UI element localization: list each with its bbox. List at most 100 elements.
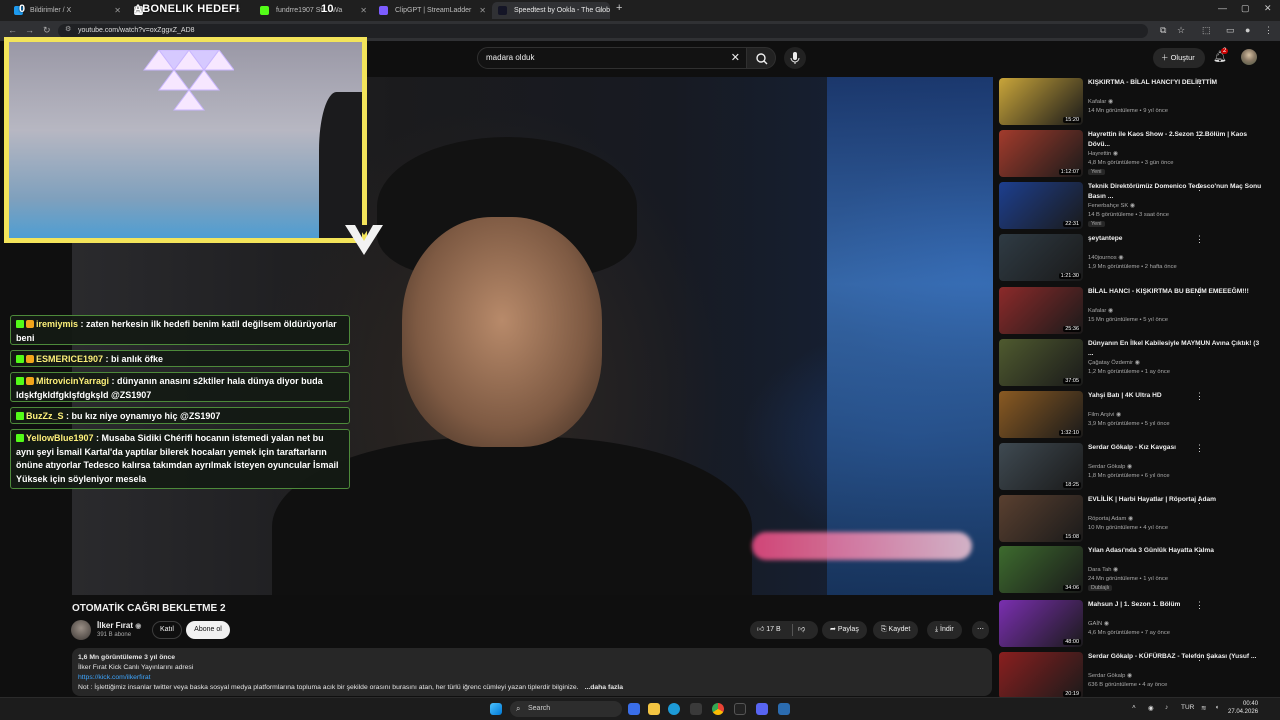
- recommendation-channel[interactable]: GAİN ◉: [1088, 621, 1109, 627]
- recommendation-channel[interactable]: Fenerbahçe SK ◉: [1088, 203, 1135, 209]
- recommendation-channel[interactable]: Röportaj Adam ◉: [1088, 516, 1133, 522]
- volume-icon[interactable]: ♪: [1165, 704, 1168, 711]
- bookmark-star-icon[interactable]: ☆: [1177, 25, 1185, 36]
- close-icon[interactable]: ✕: [114, 2, 121, 19]
- recommendation-title[interactable]: EVLİLİK | Harbi Hayatlar | Röportaj Adam: [1088, 495, 1264, 505]
- maximize-icon[interactable]: ▢: [1241, 3, 1250, 14]
- video-thumbnail[interactable]: 15:08: [999, 495, 1083, 542]
- search-input[interactable]: madara olduk: [486, 53, 534, 62]
- channel-name[interactable]: İlker Fırat ◉: [97, 621, 141, 630]
- recommendation-item[interactable]: 15:08 EVLİLİK | Harbi Hayatlar | Röportaj…: [999, 495, 1271, 545]
- recommendation-item[interactable]: 20:19 Serdar Gökalp - KÜFÜRBAZ - Telefon …: [999, 652, 1271, 702]
- recommendation-item[interactable]: 18:25 Serdar Gökalp - Kız Kavgası Serdar G…: [999, 443, 1271, 493]
- more-options-icon[interactable]: ⋮: [1195, 495, 1204, 506]
- recommendation-title[interactable]: BİLAL HANCI - KIŞKIRTMA BU BENİM EMEEEĞM…: [1088, 287, 1264, 297]
- recommendation-item[interactable]: 48:00 Mahsun J | 1. Sezon 1. Bölüm GAİN ◉ 4…: [999, 600, 1271, 650]
- show-more-link[interactable]: ...daha fazla: [585, 684, 624, 691]
- menu-icon[interactable]: ⋮: [1264, 25, 1273, 36]
- recommendation-title[interactable]: Hayrettin ile Kaos Show - 2.Sezon 12.Böl…: [1088, 130, 1264, 149]
- tab-clipgpt[interactable]: ClipGPT | StreamLadder ✕: [373, 2, 491, 19]
- extensions-icon[interactable]: ⬚: [1202, 25, 1211, 36]
- recommendation-title[interactable]: Yılan Adası'nda 3 Günlük Hayatta Kalma: [1088, 546, 1264, 556]
- back-icon[interactable]: ←: [8, 25, 17, 35]
- recommendation-channel[interactable]: 140journos ◉: [1088, 255, 1123, 261]
- window-close-icon[interactable]: ✕: [1264, 3, 1272, 14]
- save-button[interactable]: ⎘ Kaydet: [873, 621, 919, 639]
- join-button[interactable]: Katıl: [152, 621, 182, 639]
- close-icon[interactable]: ✕: [360, 2, 367, 19]
- create-button[interactable]: ＋ Oluştur: [1153, 48, 1205, 68]
- video-thumbnail[interactable]: 18:25: [999, 443, 1083, 490]
- clear-search-icon[interactable]: ✕: [731, 51, 740, 64]
- recommendation-channel[interactable]: Dara Tah ◉: [1088, 567, 1118, 573]
- recommendation-title[interactable]: Yahşi Batı | 4K Ultra HD: [1088, 391, 1264, 401]
- recommendation-channel[interactable]: Film Arşivi ◉: [1088, 412, 1121, 418]
- recommendation-title[interactable]: Dünyanın En İlkel Kabilesiyle MAYMUN Avı…: [1088, 339, 1264, 358]
- minimize-icon[interactable]: —: [1218, 3, 1227, 13]
- channel-avatar[interactable]: [71, 620, 91, 640]
- recommendation-title[interactable]: Serdar Gökalp - KÜFÜRBAZ - Telefon Şakas…: [1088, 652, 1264, 662]
- more-options-icon[interactable]: ⋮: [1195, 652, 1204, 663]
- more-options-icon[interactable]: ⋮: [1195, 234, 1204, 245]
- video-thumbnail[interactable]: 15:20: [999, 78, 1083, 125]
- video-thumbnail[interactable]: 37:05: [999, 339, 1083, 386]
- chrome-icon[interactable]: [712, 703, 724, 715]
- sidebar-icon[interactable]: ▭: [1226, 25, 1235, 36]
- recommendation-channel[interactable]: Kafalar ◉: [1088, 308, 1113, 314]
- recommendation-title[interactable]: Mahsun J | 1. Sezon 1. Bölüm: [1088, 600, 1264, 610]
- more-options-icon[interactable]: ⋮: [1195, 600, 1204, 611]
- share-button[interactable]: ➦ Paylaş: [822, 621, 867, 639]
- recommendation-title[interactable]: Teknik Direktörümüz Domenico Tedesco'nun…: [1088, 182, 1264, 201]
- video-description[interactable]: 1,6 Mn görüntüleme 3 yıl önce İlker Fıra…: [72, 648, 992, 696]
- more-options-icon[interactable]: ⋮: [1195, 546, 1204, 557]
- more-actions-button[interactable]: ⋯: [972, 621, 989, 639]
- recommendation-item[interactable]: 37:05 Dünyanın En İlkel Kabilesiyle MAYMU…: [999, 339, 1271, 389]
- profile-icon[interactable]: ●: [1245, 25, 1250, 35]
- video-thumbnail[interactable]: 34:06: [999, 546, 1083, 593]
- network-icon[interactable]: ◉: [1148, 704, 1154, 712]
- recommendation-channel[interactable]: Hayrettin ◉: [1088, 151, 1118, 157]
- taskbar-search[interactable]: ⌕ Search: [510, 701, 622, 717]
- voice-search-button[interactable]: [784, 47, 806, 69]
- more-options-icon[interactable]: ⋮: [1195, 130, 1204, 141]
- app-icon[interactable]: [778, 703, 790, 715]
- more-options-icon[interactable]: ⋮: [1195, 443, 1204, 454]
- more-options-icon[interactable]: ⋮: [1195, 391, 1204, 402]
- video-thumbnail[interactable]: 25:36: [999, 287, 1083, 334]
- recommendation-item[interactable]: 1:12:07 Hayrettin ile Kaos Show - 2.Sezon…: [999, 130, 1271, 180]
- file-explorer-icon[interactable]: [648, 703, 660, 715]
- url-field[interactable]: ⚙ youtube.com/watch?v=oxZggxZ_AD8: [58, 24, 1148, 38]
- reload-icon[interactable]: ↻: [43, 25, 51, 36]
- edge-icon[interactable]: [668, 703, 680, 715]
- recommendation-channel[interactable]: Çağatay Özdemir ◉: [1088, 360, 1140, 366]
- video-thumbnail[interactable]: 1:21:30: [999, 234, 1083, 281]
- keyboard-language[interactable]: TUR: [1181, 704, 1194, 711]
- more-options-icon[interactable]: ⋮: [1195, 182, 1204, 193]
- tab-speedtest[interactable]: Speedtest by Ookla - The Glob ✕: [492, 2, 610, 19]
- more-options-icon[interactable]: ⋮: [1195, 339, 1204, 350]
- video-thumbnail[interactable]: 22:31: [999, 182, 1083, 229]
- recommendation-item[interactable]: 1:32:10 Yahşi Batı | 4K Ultra HD Film Arşi…: [999, 391, 1271, 441]
- recommendation-item[interactable]: 34:06 Yılan Adası'nda 3 Günlük Hayatta Ka…: [999, 546, 1271, 596]
- more-options-icon[interactable]: ⋮: [1195, 78, 1204, 89]
- copilot-icon[interactable]: [628, 703, 640, 715]
- recommendation-channel[interactable]: Serdar Gökalp ◉: [1088, 673, 1132, 679]
- like-button[interactable]: 👍︎ 17 B: [757, 621, 781, 639]
- speaker-icon[interactable]: ◖: [1215, 704, 1219, 711]
- youtube-search-box[interactable]: madara olduk ✕: [477, 47, 747, 69]
- close-icon[interactable]: ✕: [598, 2, 605, 19]
- recommendation-title[interactable]: şeytantepe: [1088, 234, 1264, 244]
- recommendation-item[interactable]: 15:20 KIŞKIRTMA - BİLAL HANCI'YI DELİRTTİ…: [999, 78, 1271, 128]
- tray-chevron-icon[interactable]: ˄: [1132, 704, 1136, 711]
- wifi-icon[interactable]: ≋: [1201, 704, 1206, 712]
- recommendation-channel[interactable]: Kafalar ◉: [1088, 99, 1113, 105]
- subscribe-button[interactable]: Abone ol: [186, 621, 230, 639]
- cast-icon[interactable]: ⧉: [1160, 25, 1166, 36]
- discord-icon[interactable]: [756, 703, 768, 715]
- recommendation-item[interactable]: 22:31 Teknik Direktörümüz Domenico Tedesc…: [999, 182, 1271, 232]
- dislike-button[interactable]: 👎︎: [798, 621, 805, 639]
- forward-icon[interactable]: →: [25, 25, 34, 35]
- new-tab-button[interactable]: +: [616, 2, 622, 14]
- video-thumbnail[interactable]: 1:12:07: [999, 130, 1083, 177]
- download-button[interactable]: ⤓ İndir: [927, 621, 962, 639]
